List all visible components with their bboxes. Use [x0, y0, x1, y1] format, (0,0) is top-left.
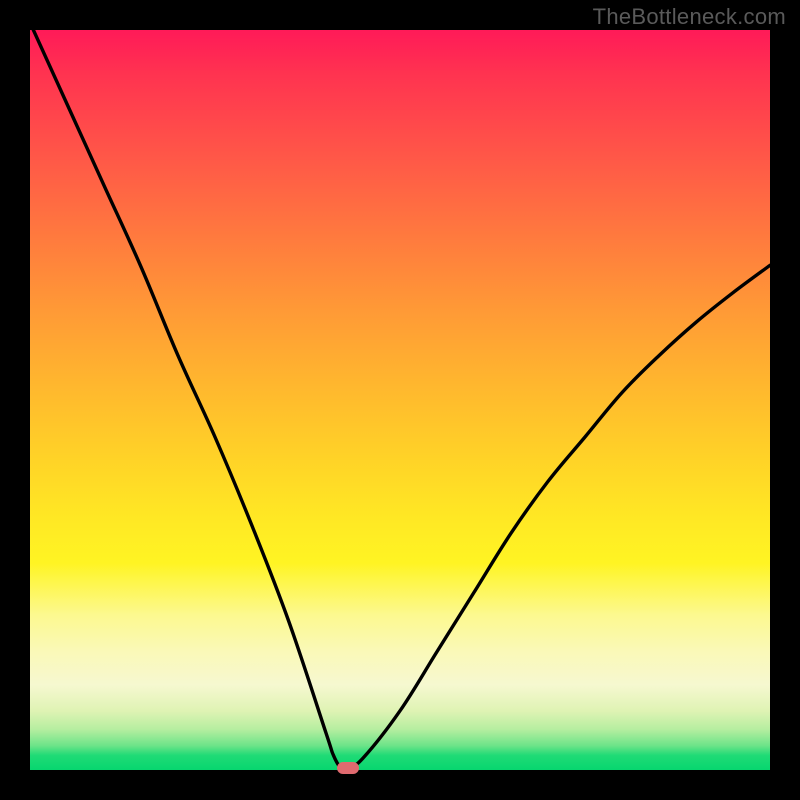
- plot-area: [30, 30, 770, 770]
- watermark-text: TheBottleneck.com: [593, 4, 786, 30]
- chart-container: TheBottleneck.com: [0, 0, 800, 800]
- optimal-point-marker: [337, 762, 359, 774]
- bottleneck-curve: [30, 30, 770, 770]
